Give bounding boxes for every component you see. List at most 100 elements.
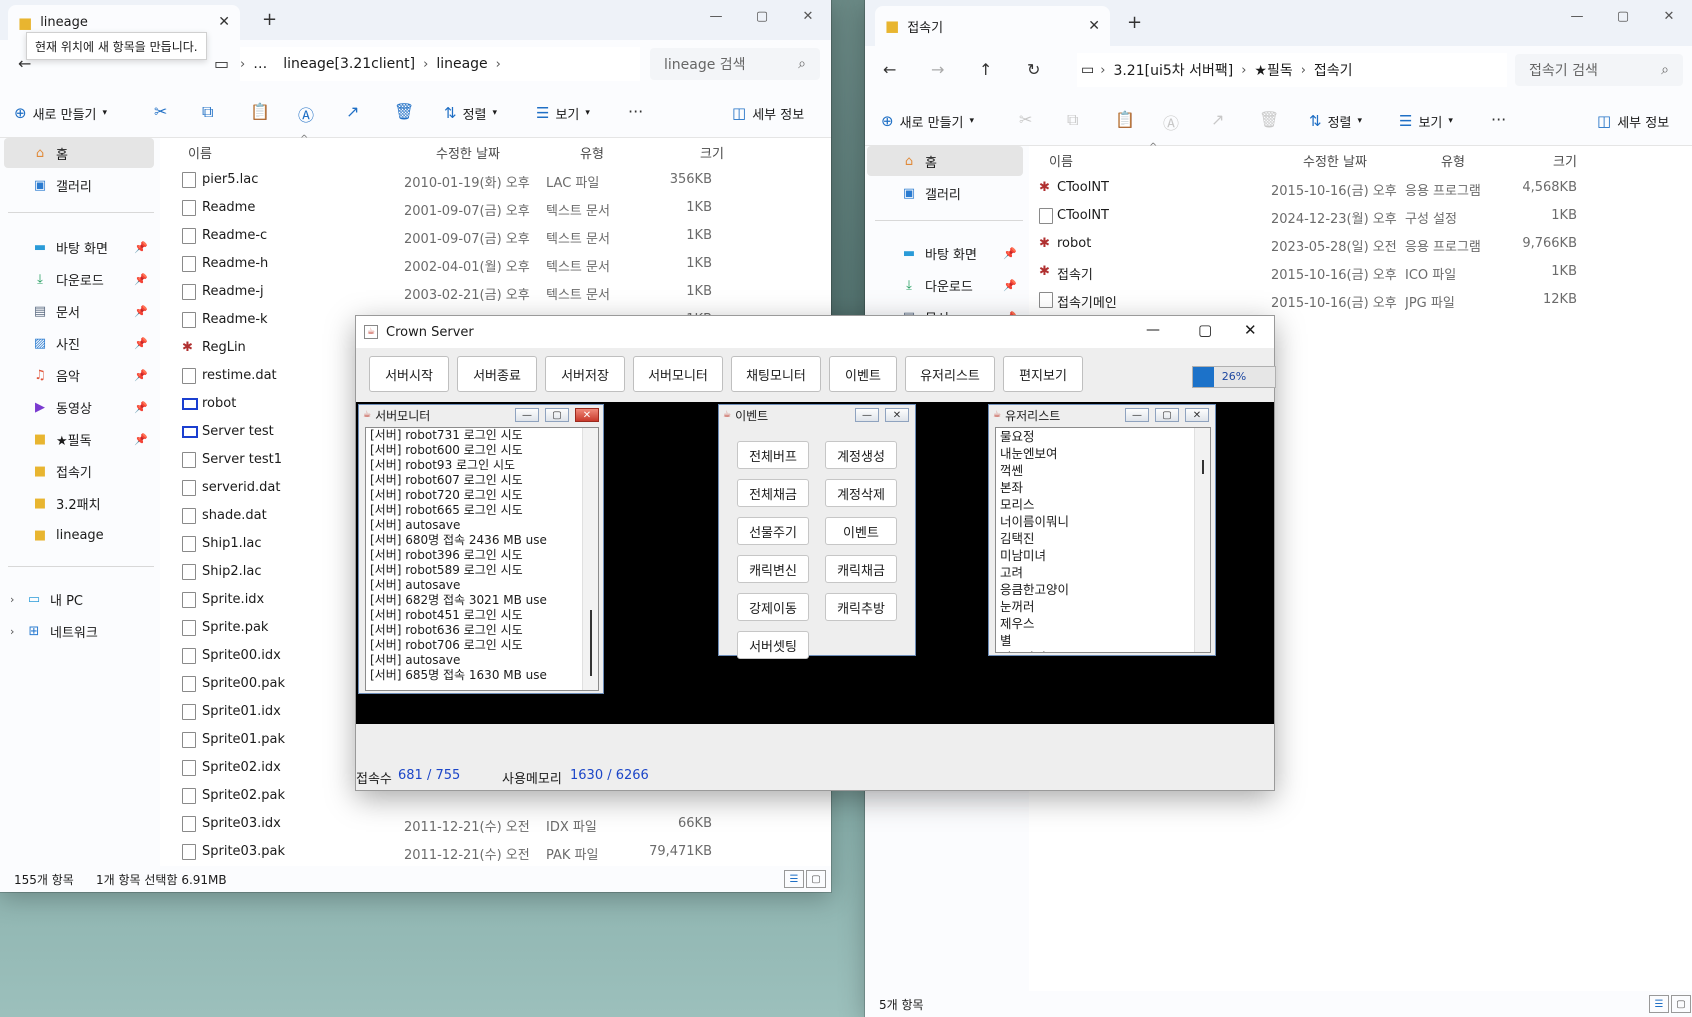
close-icon[interactable]: ✕	[1244, 321, 1257, 339]
breadcrumb[interactable]: ▭ › 3.21[ui5차 서버팩] › ★필독 › 접속기	[1077, 53, 1507, 87]
minimize-icon[interactable]: —	[855, 408, 879, 422]
paste-icon[interactable]: 📋	[250, 102, 270, 121]
close-icon[interactable]: ✕	[1185, 408, 1209, 422]
user-list-button[interactable]: 유저리스트	[905, 356, 995, 392]
share-icon[interactable]: ↗	[346, 102, 359, 121]
details-button[interactable]: ◫ 세부 정보	[1597, 108, 1669, 134]
nav-home[interactable]: ⌂ 홈	[867, 146, 1023, 176]
minimize-icon[interactable]: —	[1146, 322, 1160, 338]
file-row[interactable]: Readme-c 2001-09-07(금) 오후 ... 텍스트 문서 1KB	[160, 222, 831, 250]
event-action-button[interactable]: 이벤트	[825, 517, 897, 545]
copy-icon[interactable]: ⧉	[202, 102, 213, 122]
maximize-icon[interactable]: ▢	[1198, 321, 1212, 339]
nav-downloads[interactable]: ⤓ 다운로드 📌	[30, 264, 154, 294]
chat-monitor-button[interactable]: 채팅모니터	[731, 356, 821, 392]
minimize-icon[interactable]: —	[1554, 0, 1600, 32]
computer-icon[interactable]: ▭	[214, 54, 229, 73]
all-chat-ban-button[interactable]: 전체채금	[737, 479, 809, 507]
all-buff-button[interactable]: 전체버프	[737, 441, 809, 469]
column-name[interactable]: 이름	[1049, 146, 1073, 174]
new-button[interactable]: ⊕ 새로 만들기 ▾	[14, 100, 107, 126]
nav-lineage[interactable]: ■ lineage	[30, 520, 104, 550]
chevron-right-icon[interactable]: ›	[10, 593, 24, 606]
view-button[interactable]: ☰ 보기 ▾	[536, 100, 590, 126]
breadcrumb[interactable]: › … lineage[3.21client] › lineage ›	[240, 47, 640, 81]
nav-downloads[interactable]: ⤓ 다운로드 📌	[899, 270, 1023, 300]
close-icon[interactable]: ✕	[885, 408, 909, 422]
nav-documents[interactable]: ▤문서📌	[30, 296, 154, 326]
stop-server-button[interactable]: 서버종료	[457, 356, 537, 392]
minimize-icon[interactable]: —	[1125, 408, 1149, 422]
rename-icon[interactable]: Ⓐ	[298, 102, 314, 126]
nav-videos[interactable]: ▶ 동영상 📌	[30, 392, 154, 422]
close-icon[interactable]: ✕	[575, 408, 599, 422]
file-row[interactable]: ✱ CToolNT 2015-10-16(금) 오후 ... 응용 프로그램 4,568…	[1029, 174, 1692, 202]
column-type[interactable]: 유형	[580, 138, 604, 166]
column-modified[interactable]: 수정한 날짜	[1303, 146, 1367, 174]
kick-char-button[interactable]: 캐릭추방	[825, 593, 897, 621]
new-tab-icon[interactable]: +	[1127, 12, 1142, 33]
search-input[interactable]: lineage 검색 ⌕	[650, 48, 820, 80]
log-scrollbar[interactable]	[582, 428, 598, 690]
user-list[interactable]: 물요정 내눈엔보여 꺽쎈 본좌 모리스 너이름이뭐니 김택진 미남미녀 고려 응큼한고양이 눈꺼러 제…	[995, 427, 1211, 653]
breadcrumb-item[interactable]: lineage[3.21client]	[283, 56, 415, 72]
nav-music[interactable]: ♫ 음악 📌	[30, 360, 154, 390]
start-server-button[interactable]: 서버시작	[369, 356, 449, 392]
column-modified[interactable]: 수정한 날짜	[436, 138, 500, 166]
server-settings-button[interactable]: 서버셋팅	[737, 631, 809, 659]
file-row[interactable]: pier5.lac 2010-01-19(화) 오후 ... LAC 파일 356KB	[160, 166, 831, 194]
cut-icon[interactable]: ✂	[1019, 110, 1032, 129]
cut-icon[interactable]: ✂	[154, 102, 167, 121]
file-row[interactable]: ✱ 접속기 2015-10-16(금) 오후 ... ICO 파일 1KB	[1029, 258, 1692, 286]
nav-pictures[interactable]: ▨ 사진 📌	[30, 328, 154, 358]
file-row[interactable]: 접속기메인 2015-10-16(금) 오후 ... JPG 파일 12KB	[1029, 286, 1692, 314]
view-button[interactable]: ☰ 보기 ▾	[1399, 108, 1453, 134]
char-chat-ban-button[interactable]: 캐릭채금	[825, 555, 897, 583]
delete-account-button[interactable]: 계정삭제	[825, 479, 897, 507]
nav-gallery[interactable]: ▣ 갤러리	[899, 178, 961, 208]
nav-connector[interactable]: ■ 접속기	[30, 456, 92, 486]
close-icon[interactable]: ✕	[785, 0, 831, 32]
nav-home[interactable]: ⌂ 홈	[4, 138, 154, 168]
forward-icon[interactable]: →	[931, 60, 944, 79]
event-button[interactable]: 이벤트	[829, 356, 897, 392]
file-row[interactable]: CToolNT 2024-12-23(월) 오후 ... 구성 설정 1KB	[1029, 202, 1692, 230]
file-row[interactable]: Readme 2001-09-07(금) 오후 ... 텍스트 문서 1KB	[160, 194, 831, 222]
close-tab-icon[interactable]: ✕	[1088, 18, 1100, 34]
scroll-thumb[interactable]	[1202, 460, 1204, 474]
details-view-icon[interactable]: ☰	[1649, 995, 1669, 1013]
column-size[interactable]: 크기	[1553, 146, 1577, 174]
nav-desktop[interactable]: ▬ 바탕 화면 📌	[899, 238, 1023, 268]
save-server-button[interactable]: 서버저장	[545, 356, 625, 392]
sort-button[interactable]: ⇅ 정렬 ▾	[444, 100, 497, 126]
chevron-right-icon[interactable]: ›	[10, 625, 24, 638]
server-monitor-button[interactable]: 서버모니터	[633, 356, 723, 392]
tiles-view-icon[interactable]: ▢	[1671, 995, 1691, 1013]
server-log[interactable]: [서버] robot731 로그인 시도 [서버] robot600 로그인 시도…	[365, 427, 599, 691]
nav-desktop[interactable]: ▬ 바탕 화면 📌	[30, 232, 154, 262]
details-view-icon[interactable]: ☰	[784, 870, 804, 888]
breadcrumb-item[interactable]: 3.21[ui5차 서버팩]	[1113, 60, 1233, 80]
maximize-icon[interactable]: ▢	[739, 0, 785, 32]
breadcrumb-item[interactable]: …	[253, 56, 267, 72]
close-icon[interactable]: ✕	[1646, 0, 1692, 32]
give-gift-button[interactable]: 선물주기	[737, 517, 809, 545]
share-icon[interactable]: ↗	[1211, 110, 1224, 129]
more-icon[interactable]: ···	[628, 102, 643, 121]
up-icon[interactable]: ↑	[979, 60, 992, 79]
force-move-button[interactable]: 강제이동	[737, 593, 809, 621]
file-row[interactable]: ✱ robot 2023-05-28(일) 오전 ... 응용 프로그램 9,766KB	[1029, 230, 1692, 258]
details-button[interactable]: ◫ 세부 정보	[732, 100, 804, 126]
rename-icon[interactable]: Ⓐ	[1163, 110, 1179, 134]
maximize-icon[interactable]: ▢	[1600, 0, 1646, 32]
file-row[interactable]: Sprite03.idx 2011-12-21(수) 오전 ... IDX 파일 66…	[160, 810, 831, 838]
minimize-icon[interactable]: —	[515, 408, 539, 422]
nav-gallery[interactable]: ▣ 갤러리	[30, 170, 92, 200]
delete-icon[interactable]: 🗑	[1259, 110, 1279, 129]
breadcrumb-item[interactable]: 접속기	[1314, 60, 1353, 80]
maximize-icon[interactable]: ▢	[1155, 408, 1179, 422]
minimize-icon[interactable]: —	[693, 0, 739, 32]
nav-network[interactable]: › ⊞ 네트워크	[10, 616, 98, 646]
column-type[interactable]: 유형	[1441, 146, 1465, 174]
tab-connector[interactable]: ■ 접속기 ✕	[875, 6, 1110, 46]
